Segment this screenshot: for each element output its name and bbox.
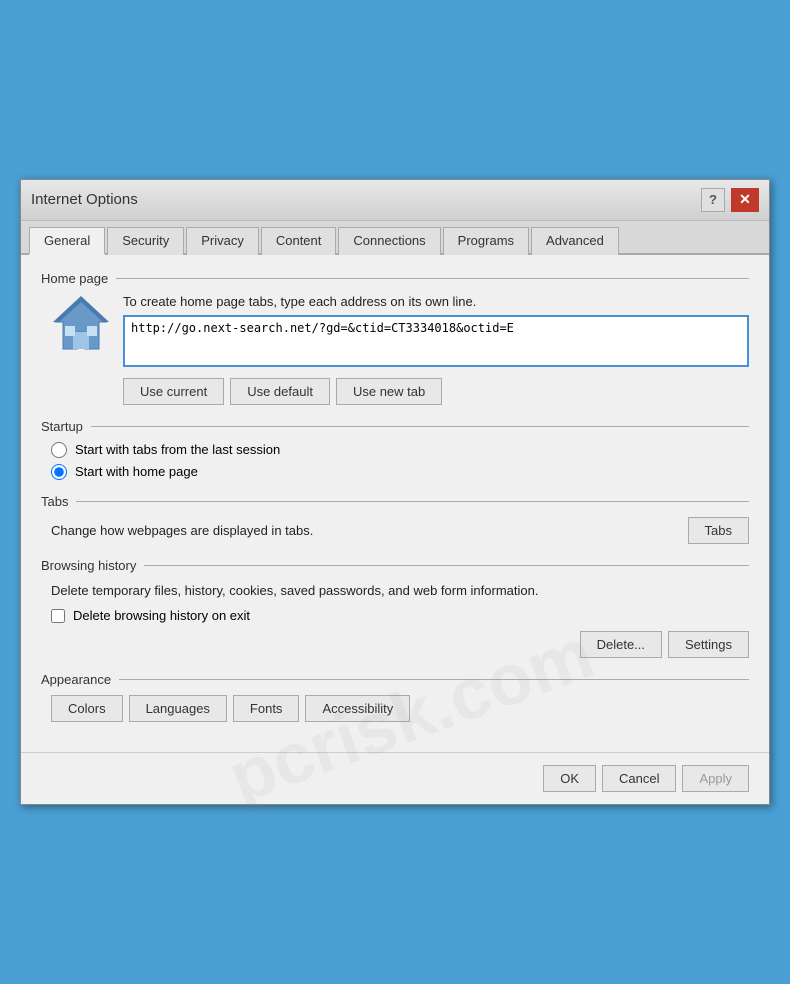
startup-option1-label: Start with tabs from the last session — [75, 442, 280, 457]
home-page-section-title: Home page — [41, 271, 749, 286]
apply-button[interactable]: Apply — [682, 765, 749, 792]
startup-option2-row: Start with home page — [51, 464, 749, 480]
startup-option1-row: Start with tabs from the last session — [51, 442, 749, 458]
use-default-button[interactable]: Use default — [230, 378, 330, 405]
browsing-content: Delete temporary files, history, cookies… — [41, 581, 749, 659]
appearance-content: Colors Languages Fonts Accessibility — [41, 695, 749, 722]
home-page-content: To create home page tabs, type each addr… — [41, 294, 749, 405]
url-buttons: Use current Use default Use new tab — [123, 378, 749, 405]
accessibility-button[interactable]: Accessibility — [305, 695, 410, 722]
tabs-button[interactable]: Tabs — [688, 517, 749, 544]
close-button[interactable]: ✕ — [731, 188, 759, 212]
tabs-section-content: Change how webpages are displayed in tab… — [41, 517, 749, 544]
title-bar-right: ? ✕ — [701, 188, 759, 212]
tabs-description: Change how webpages are displayed in tab… — [51, 523, 313, 538]
startup-section: Startup Start with tabs from the last se… — [41, 419, 749, 480]
cancel-button[interactable]: Cancel — [602, 765, 676, 792]
appearance-section: Appearance Colors Languages Fonts Access… — [41, 672, 749, 722]
startup-content: Start with tabs from the last session St… — [41, 442, 749, 480]
use-current-button[interactable]: Use current — [123, 378, 224, 405]
tabs-bar: General Security Privacy Content Connect… — [21, 221, 769, 255]
startup-section-title: Startup — [41, 419, 749, 434]
browsing-history-section: Browsing history Delete temporary files,… — [41, 558, 749, 659]
home-page-url-input[interactable]: http://go.next-search.net/?gd=&ctid=CT33… — [123, 315, 749, 367]
startup-option2-label: Start with home page — [75, 464, 198, 479]
home-page-section: Home page To create home page tabs, type… — [41, 271, 749, 405]
use-new-tab-button[interactable]: Use new tab — [336, 378, 442, 405]
browsing-description: Delete temporary files, history, cookies… — [51, 581, 749, 601]
home-instruction: To create home page tabs, type each addr… — [123, 294, 749, 309]
tabs-section-title: Tabs — [41, 494, 749, 509]
dialog-title: Internet Options — [31, 191, 138, 208]
tab-security[interactable]: Security — [107, 227, 184, 255]
home-page-right: To create home page tabs, type each addr… — [123, 294, 749, 405]
tab-privacy[interactable]: Privacy — [186, 227, 259, 255]
colors-button[interactable]: Colors — [51, 695, 123, 722]
title-bar: Internet Options ? ✕ — [21, 180, 769, 221]
appearance-section-title: Appearance — [41, 672, 749, 687]
ok-button[interactable]: OK — [543, 765, 596, 792]
house-icon — [51, 294, 111, 354]
title-bar-left: Internet Options — [31, 191, 138, 208]
help-button[interactable]: ? — [701, 188, 725, 212]
startup-option2-radio[interactable] — [51, 464, 67, 480]
fonts-button[interactable]: Fonts — [233, 695, 300, 722]
tab-connections[interactable]: Connections — [338, 227, 440, 255]
delete-on-exit-label: Delete browsing history on exit — [73, 608, 250, 623]
tab-advanced[interactable]: Advanced — [531, 227, 619, 255]
dialog-footer: OK Cancel Apply — [21, 752, 769, 804]
tab-programs[interactable]: Programs — [443, 227, 529, 255]
browsing-buttons: Delete... Settings — [51, 631, 749, 658]
languages-button[interactable]: Languages — [129, 695, 227, 722]
delete-button[interactable]: Delete... — [580, 631, 662, 658]
internet-options-dialog: Internet Options ? ✕ General Security Pr… — [20, 179, 770, 806]
tab-content-area: pcrisk.com Home page To create home page… — [21, 255, 769, 753]
tabs-section: Tabs Change how webpages are displayed i… — [41, 494, 749, 544]
delete-on-exit-row: Delete browsing history on exit — [51, 608, 749, 623]
browsing-history-title: Browsing history — [41, 558, 749, 573]
settings-button[interactable]: Settings — [668, 631, 749, 658]
delete-on-exit-checkbox[interactable] — [51, 609, 65, 623]
tab-content[interactable]: Content — [261, 227, 337, 255]
tab-general[interactable]: General — [29, 227, 105, 255]
startup-option1-radio[interactable] — [51, 442, 67, 458]
